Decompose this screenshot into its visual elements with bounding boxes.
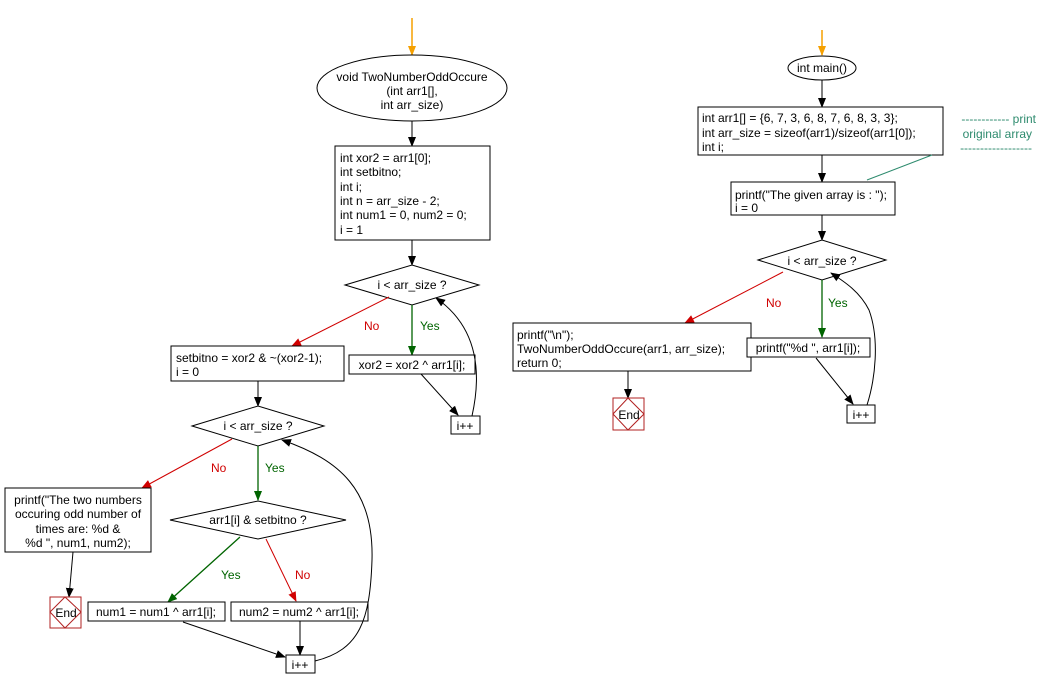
final-block: printf("\n"); TwoNumberOddOccure(arr1, ar… [512, 322, 752, 372]
num2-block: num2 = num2 ^ arr1[i]; [230, 601, 369, 622]
svg-text:i < arr_size ?: i < arr_size ? [223, 419, 292, 433]
print-result-block: printf("The two numbers occuring odd numb… [4, 487, 152, 553]
yes-label: Yes [265, 461, 285, 475]
condition-1: i < arr_size ? [343, 264, 481, 306]
print-given-block: printf("The given array is : "); i = 0 [730, 181, 896, 216]
svg-text:num1 = num1 ^ arr1[i];: num1 = num1 ^ arr1[i]; [96, 605, 216, 619]
svg-text:i < arr_size ?: i < arr_size ? [787, 254, 856, 268]
svg-text:printf("%d ", arr1[i]);: printf("%d ", arr1[i]); [756, 341, 861, 355]
end-node-right: End [612, 397, 645, 431]
main-start-node: int main() [787, 55, 857, 81]
print-element-block: printf("%d ", arr1[i]); [746, 337, 871, 358]
svg-text:i < arr_size ?: i < arr_size ? [377, 278, 446, 292]
svg-text:i++: i++ [457, 419, 474, 433]
end-node-left: End [49, 596, 82, 629]
svg-text:num2 = num2 ^ arr1[i];: num2 = num2 ^ arr1[i]; [239, 605, 359, 619]
increment-2: i++ [285, 654, 316, 674]
no-label: No [211, 461, 227, 475]
svg-text:------------ printoriginal arr: ------------ print original array --------… [960, 112, 1037, 155]
setbit-block: setbitno = xor2 & ~(xor2-1); i = 0 [170, 345, 345, 382]
condition-2: i < arr_size ? [190, 405, 326, 447]
no-label: No [295, 568, 311, 582]
yes-label: Yes [420, 319, 440, 333]
no-label: No [766, 296, 782, 310]
main-increment: i++ [846, 404, 876, 424]
svg-text:End: End [618, 408, 639, 422]
svg-text:i++: i++ [292, 658, 309, 672]
svg-text:arr1[i] & setbitno ?: arr1[i] & setbitno ? [209, 513, 307, 527]
xor-step-block: xor2 = xor2 ^ arr1[i]; [348, 354, 476, 375]
init-block: int xor2 = arr1[0]; int setbitno; int i; in… [334, 145, 491, 241]
svg-text:End: End [55, 606, 76, 620]
flowchart: void TwoNumberOddOccure (int arr1[], int a… [4, 18, 1037, 674]
increment-1: i++ [450, 415, 481, 435]
svg-text:int main(): int main() [797, 61, 847, 75]
no-label: No [364, 319, 380, 333]
main-init-block: int arr1[] = {6, 7, 3, 6, 8, 7, 6, 8, 3,… [697, 106, 944, 156]
svg-text:xor2 = xor2 ^ arr1[i];: xor2 = xor2 ^ arr1[i]; [359, 358, 466, 372]
yes-label: Yes [828, 296, 848, 310]
condition-3: arr1[i] & setbitno ? [169, 500, 347, 540]
yes-label: Yes [221, 568, 241, 582]
num1-block: num1 = num1 ^ arr1[i]; [87, 601, 226, 622]
main-condition: i < arr_size ? [756, 239, 888, 281]
svg-text:i++: i++ [853, 408, 870, 422]
function-start-node: void TwoNumberOddOccure (int arr1[], int a… [316, 54, 508, 122]
